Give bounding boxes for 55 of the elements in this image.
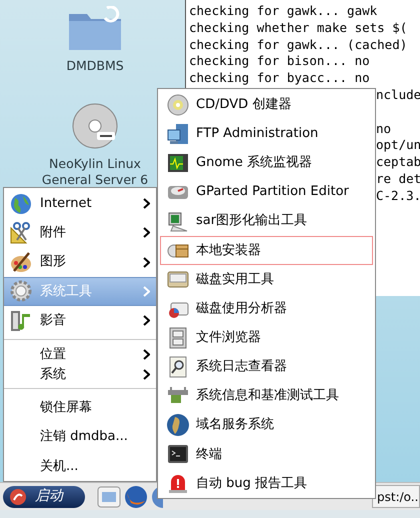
menu-item[interactable]: Gnome 系统监视器 xyxy=(160,148,373,178)
globe-icon xyxy=(10,192,32,215)
computer-icon xyxy=(167,122,189,145)
folder-icon[interactable] xyxy=(97,486,121,508)
menu-item[interactable]: GParted Partition Editor xyxy=(160,177,373,207)
menu-item[interactable]: 自动 bug 报告工具 xyxy=(160,468,373,498)
terminal-line: checking whether make sets $( xyxy=(189,20,408,35)
menu-item[interactable]: 域名服务系统 xyxy=(160,410,373,440)
globe-icon xyxy=(166,413,190,438)
menu-item[interactable]: CD/DVD 创建器 xyxy=(160,90,373,120)
terminal-line: C-2.3. xyxy=(376,188,420,203)
desktop-icon-label[interactable]: DMDBMS xyxy=(30,58,160,74)
disc-icon[interactable] xyxy=(71,102,119,150)
menu-item[interactable]: sar图形化输出工具 xyxy=(160,206,373,236)
monitor-graph-icon xyxy=(167,152,189,174)
computer-chart-icon xyxy=(167,210,189,232)
folder-icon[interactable] xyxy=(67,6,123,52)
menu-item[interactable]: 磁盘使用分析器 xyxy=(160,294,373,324)
terminal-line: opt/un xyxy=(376,137,420,152)
terminal-icon xyxy=(167,443,189,466)
disc-icon xyxy=(167,94,189,116)
menu-item[interactable]: 系统信息和基准测试工具 xyxy=(160,381,373,411)
menu-item[interactable]: 本地安装器 xyxy=(160,236,373,265)
terminal-line: re det xyxy=(376,170,420,186)
desktop-icon-label[interactable]: NeoKylin Linux General Server 6 xyxy=(30,156,160,188)
menu-item[interactable]: 终端 xyxy=(160,440,373,469)
palette-icon xyxy=(10,251,32,274)
menu-item[interactable]: 系统日志查看器 xyxy=(160,352,373,382)
menu-item[interactable]: 关机... xyxy=(4,452,156,481)
menu-item[interactable]: Internet xyxy=(4,189,156,218)
terminal-line: checking for byacc... no xyxy=(189,70,370,86)
scissors-ruler-icon xyxy=(10,222,32,244)
globe-fox-icon[interactable] xyxy=(124,484,148,508)
terminal-line: checking for gawk... gawk xyxy=(189,3,378,18)
terminal-line: checking for gawk... (cached) xyxy=(189,36,408,52)
cabinet-icon xyxy=(167,326,189,349)
film-note-icon xyxy=(10,310,32,332)
gear-icon xyxy=(10,280,32,302)
alarm-light-icon xyxy=(167,472,189,494)
dragon-icon xyxy=(9,488,27,506)
taskbar-window-button[interactable]: pst:/o... xyxy=(372,485,420,508)
menu-item[interactable]: 锁住屏幕 xyxy=(4,393,156,422)
menu-item[interactable]: 附件 xyxy=(4,218,156,248)
menu-item[interactable]: 文件浏览器 xyxy=(160,323,373,352)
terminal-line: no xyxy=(376,120,392,136)
menu-item[interactable]: 磁盘实用工具 xyxy=(160,264,373,294)
menu-item[interactable]: 图形 xyxy=(4,248,156,277)
terminal-line: checking for bison... no xyxy=(189,53,370,68)
start-button[interactable]: 启动 xyxy=(3,486,85,508)
menu-item[interactable]: 注销 dmdba... xyxy=(4,422,156,452)
menu-item[interactable]: 影音 xyxy=(4,306,156,336)
menu-item[interactable]: FTP Administration xyxy=(160,119,373,148)
magnifier-page-icon xyxy=(167,356,189,378)
menu-item[interactable]: 系统 xyxy=(4,364,156,384)
menu-item[interactable]: 位置 xyxy=(4,344,156,364)
